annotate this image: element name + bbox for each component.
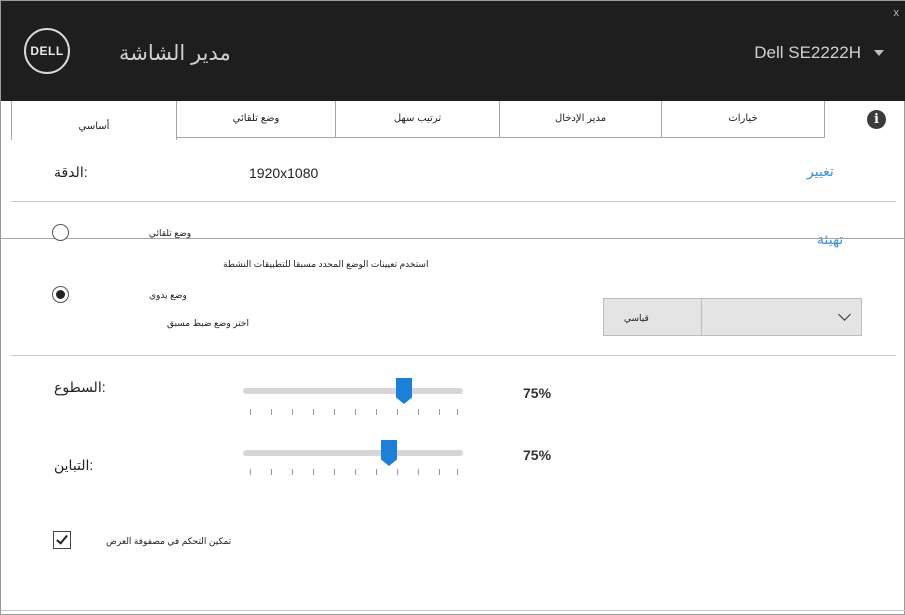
brightness-label: :السطوع: [54, 379, 106, 395]
manual-mode-radio[interactable]: [52, 286, 69, 303]
change-resolution-link[interactable]: تغيير: [807, 163, 834, 180]
matrix-control-checkbox[interactable]: [53, 531, 71, 549]
tab-basic[interactable]: أساسي: [11, 101, 177, 140]
info-icon[interactable]: i: [867, 110, 886, 129]
tab-auto-mode[interactable]: وضع تلقائي: [176, 101, 336, 138]
matrix-control-label: تمكين التحكم في مصفوفة العرض: [106, 536, 232, 546]
auto-mode-description: استخدم تعيينات الوضع المحدد مسبقا للتطبي…: [223, 259, 429, 269]
contrast-slider-track[interactable]: [243, 450, 463, 456]
check-icon: [56, 532, 68, 545]
auto-mode-label: وضع تلقائي: [149, 228, 192, 238]
resolution-label: :الدقة: [54, 164, 88, 180]
tab-bar: وضع تلقائي ترتيب سهل مدير الإدخال خيارات…: [1, 101, 905, 239]
bottom-divider: [1, 610, 905, 611]
dell-display-manager-window: DELL مدير الشاشة Dell SE2222H x وضع تلقا…: [0, 0, 905, 615]
configure-link[interactable]: تهيئة: [817, 231, 843, 248]
preset-mode-select[interactable]: قياسي: [603, 298, 862, 336]
brightness-value: 75%: [523, 385, 552, 401]
brightness-slider-thumb[interactable]: [396, 378, 412, 404]
resolution-value: 1920x1080: [249, 165, 319, 181]
tab-input-manager[interactable]: مدير الإدخال: [499, 101, 662, 138]
monitor-selector[interactable]: Dell SE2222H: [754, 43, 861, 63]
app-title: مدير الشاشة: [119, 42, 231, 65]
chevron-down-icon[interactable]: [874, 50, 884, 56]
contrast-slider-thumb[interactable]: [381, 440, 397, 466]
close-icon[interactable]: x: [894, 7, 900, 19]
brightness-ticks: [250, 409, 460, 415]
radio-selected-dot: [56, 290, 65, 299]
title-bar: DELL مدير الشاشة Dell SE2222H x: [1, 1, 905, 101]
brightness-slider-track[interactable]: [243, 388, 463, 394]
manual-mode-label: وضع يدوي: [149, 290, 187, 300]
contrast-label: :التباين: [54, 457, 94, 473]
chevron-down-icon[interactable]: [838, 308, 851, 321]
tab-bar-divider: [1, 238, 905, 239]
auto-mode-radio[interactable]: [52, 224, 69, 241]
divider: [11, 201, 896, 202]
tab-easy-arrange[interactable]: ترتيب سهل: [335, 101, 500, 138]
preset-mode-description: اختر وضع ضبط مسبق: [167, 318, 249, 328]
contrast-ticks: [250, 469, 460, 475]
dell-logo: DELL: [24, 28, 70, 74]
tab-options[interactable]: خيارات: [661, 101, 825, 138]
divider: [11, 355, 896, 356]
preset-mode-value: قياسي: [624, 313, 649, 323]
contrast-value: 75%: [523, 447, 552, 463]
select-divider: [701, 299, 702, 335]
